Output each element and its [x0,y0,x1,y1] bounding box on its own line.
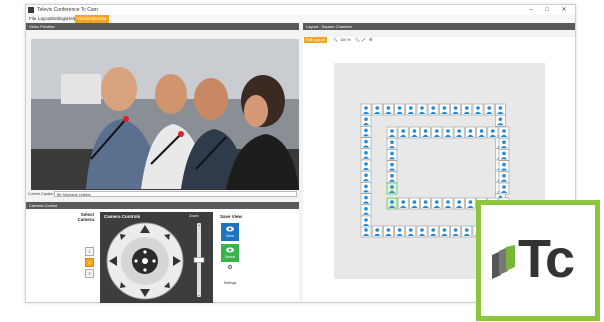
video-preview [31,39,299,190]
title-bar: Televic Conference Tc Cam – □ ✕ [26,5,575,15]
zoom-slider[interactable]: + − [192,221,206,301]
minimize-button[interactable]: – [525,5,537,15]
tc-logo: Tc [476,200,600,321]
save-view-label: Save View [220,214,242,219]
zoom-level: 100 % [340,38,351,42]
saved-view-button[interactable]: Saved [221,244,239,262]
tc-logo-text: Tc [518,229,575,289]
camera-control-header: Camera Control [26,202,299,209]
layout-panel-header: Layout - Square Chamber [303,23,575,30]
save-view-button[interactable]: Save [221,223,239,241]
eye-icon [226,226,234,232]
save-button-label: Save [226,234,234,238]
current-caption-field[interactable]: Bit Stéphane Lefèbre [54,191,297,197]
menu-virtual-director[interactable]: Virtual Director [75,15,109,23]
eye-icon [226,247,234,253]
zoom-in-icon[interactable]: 🔍 [355,37,360,43]
fit-view-icon[interactable]: ⤢ [362,37,365,43]
camera-select-1[interactable]: 1 [85,247,94,256]
close-button[interactable]: ✕ [558,5,570,15]
window-title: Televic Conference Tc Cam [37,7,98,13]
video-frame-image [31,39,299,190]
svg-text:−: − [198,293,201,299]
camera-select-2[interactable]: 2 [85,258,94,267]
settings-icon[interactable]: ⚙ [369,37,372,43]
zoom-out-icon[interactable]: 🔍 [333,37,338,43]
current-caption-label: Current Caption [28,192,54,196]
settings-label: Settings [223,281,237,285]
select-camera-label: Select Camera [77,212,94,222]
tc-logo-mark-icon [492,245,515,279]
gear-icon: ⚙ [227,265,233,271]
camera-controls-panel: Camera Controls Zoom + − [100,212,213,303]
video-panel-header: Video Preview [26,23,299,30]
menu-bar: File Layout Settings Help Virtual Direct… [26,15,575,23]
saved-button-label: Saved [225,255,235,259]
settings-button[interactable]: ⚙ Settings [221,265,239,289]
maximize-button[interactable]: □ [541,5,553,15]
camera-select-3[interactable]: 3 [85,269,94,278]
zoom-slider-handle [193,257,205,263]
edit-layout-button[interactable]: Edit Layout [304,37,327,43]
app-icon [28,7,34,13]
